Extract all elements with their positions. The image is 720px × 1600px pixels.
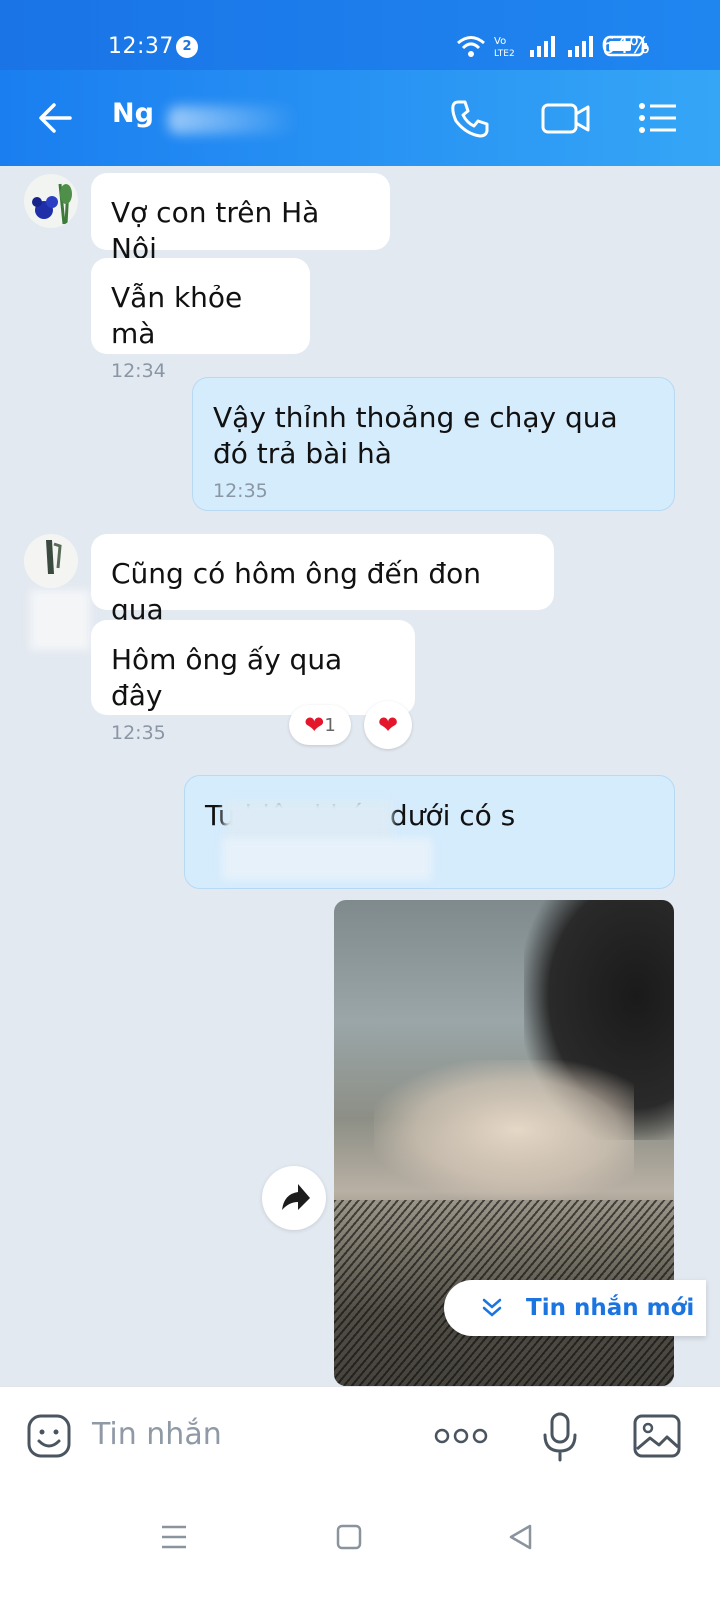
- share-icon: [282, 1184, 310, 1210]
- message-text: Vẫn khỏe mà: [111, 281, 243, 350]
- incoming-message[interactable]: Hôm ông ấy qua đây 12:35: [91, 620, 415, 744]
- reaction-summary[interactable]: ❤ 1: [289, 705, 351, 745]
- notification-badge: 2: [176, 36, 198, 58]
- volte-icon: Vo LTE2: [494, 36, 515, 58]
- new-messages-label: Tin nhắn mới: [526, 1295, 695, 1321]
- more-dots-icon[interactable]: [434, 1427, 488, 1445]
- system-navigation-bar: [0, 1486, 720, 1600]
- incoming-message[interactable]: Vợ con trên Hà Nội: [91, 173, 390, 265]
- message-text: Cũng có hôm ông đến đon qua: [111, 557, 482, 626]
- contact-name[interactable]: Ng: [112, 98, 154, 129]
- redaction-blur: [30, 590, 90, 650]
- message-text: Hôm ông ấy qua đây: [111, 643, 343, 712]
- image-icon[interactable]: [632, 1413, 682, 1459]
- new-messages-button[interactable]: Tin nhắn mới: [444, 1280, 706, 1336]
- avatar-flowers-image: [24, 174, 78, 228]
- heart-icon: ❤: [304, 711, 325, 739]
- contact-name-redaction: [168, 106, 298, 134]
- incoming-message[interactable]: Cũng có hôm ông đến đon qua: [91, 534, 554, 626]
- chat-screen: 12:37 2 Vo LTE2 64% Ng Vợ con trên Hà Nộ…: [0, 0, 720, 1600]
- status-bar: 12:37 2 Vo LTE2 64%: [0, 0, 720, 70]
- outgoing-message[interactable]: Vậy thỉnh thoảng e chạy qua đó trả bài h…: [192, 377, 675, 511]
- message-text: Vợ con trên Hà Nội: [111, 196, 320, 265]
- chat-header: Ng: [0, 70, 720, 166]
- signal-icon: [530, 36, 555, 57]
- back-arrow-icon[interactable]: [36, 98, 76, 138]
- message-time: 12:35: [213, 480, 268, 502]
- video-call-icon[interactable]: [540, 96, 592, 140]
- heart-icon: ❤: [377, 711, 399, 739]
- message-input[interactable]: Tin nhắn: [92, 1417, 222, 1452]
- react-button[interactable]: ❤: [364, 701, 412, 749]
- chevron-down-double-icon: [482, 1298, 502, 1317]
- avatar[interactable]: [24, 534, 78, 588]
- battery-percent: 64%: [601, 34, 650, 59]
- avatar-image: [24, 534, 78, 588]
- phone-icon[interactable]: [448, 96, 492, 140]
- menu-list-icon[interactable]: [636, 96, 680, 140]
- microphone-icon[interactable]: [540, 1411, 580, 1463]
- signal-icon-2: [568, 36, 593, 57]
- avatar[interactable]: [24, 174, 78, 228]
- wifi-icon: [457, 36, 485, 57]
- incoming-message[interactable]: Vẫn khỏe mà 12:34: [91, 258, 310, 382]
- svg-text:LTE2: LTE2: [494, 49, 515, 58]
- message-time: 12:35: [111, 722, 166, 744]
- reaction-count: 1: [324, 714, 336, 736]
- svg-text:Vo: Vo: [494, 36, 506, 47]
- redaction-blur: [222, 838, 432, 880]
- photo-region: [374, 1060, 634, 1200]
- nav-back-icon[interactable]: [508, 1524, 534, 1550]
- nav-home-icon[interactable]: [336, 1524, 362, 1550]
- sticker-icon[interactable]: [26, 1413, 72, 1459]
- status-time: 12:37: [108, 34, 174, 59]
- nav-menu-icon[interactable]: [160, 1524, 188, 1550]
- message-text: Vậy thỉnh thoảng e chạy qua đó trả bài h…: [213, 401, 618, 470]
- message-input-bar: Tin nhắn: [0, 1386, 720, 1487]
- share-button[interactable]: [262, 1166, 326, 1230]
